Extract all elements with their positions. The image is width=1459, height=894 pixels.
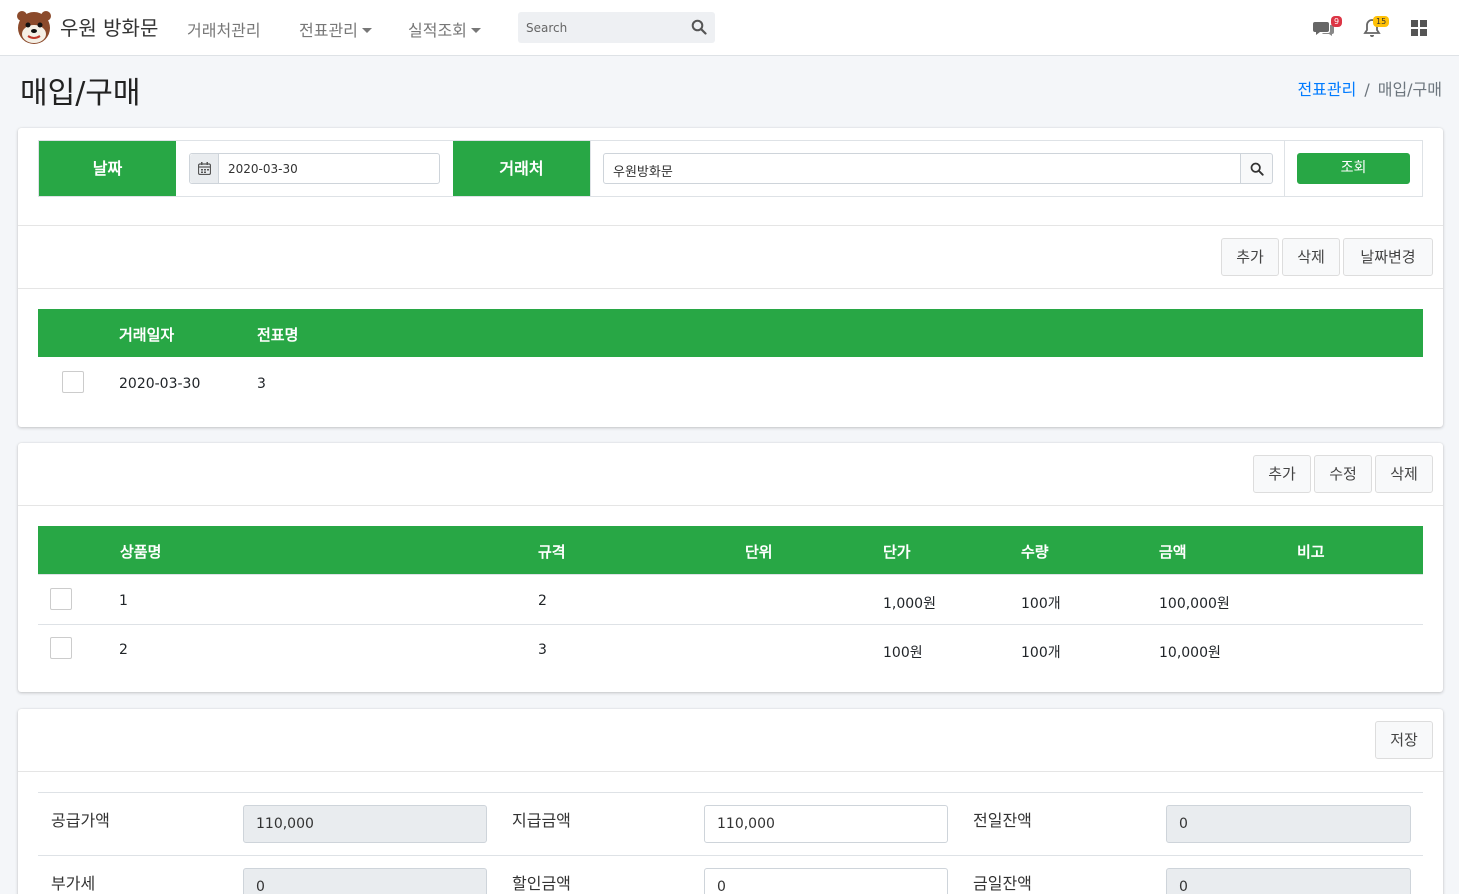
amount-cell: 100,000원 [1159,596,1230,612]
column-header-amount: 금액 [1159,543,1187,561]
product-cell: 2 [119,642,128,658]
vendor-label: 거래처 [453,141,590,196]
supply-amount-field: 110,000 [243,805,487,843]
cell-divider [1284,141,1285,196]
vat-label: 부가세 [51,874,96,893]
breadcrumb-item-voucher[interactable]: 전표관리 [1297,80,1356,99]
divider [18,225,1443,226]
edit-item-button[interactable]: 수정 [1314,455,1372,493]
nav-vendor-management[interactable]: 거래처관리 [187,17,261,41]
page-title: 매입/구매 [20,76,141,111]
brand-logo-icon[interactable] [16,9,52,45]
row-checkbox[interactable] [62,371,84,393]
date-field[interactable]: 2020-03-30 [189,153,440,184]
row-divider [38,624,1423,625]
calendar-addon [190,154,219,183]
add-item-button[interactable]: 추가 [1253,455,1311,493]
caret-down-icon [470,27,481,33]
today-balance-label: 금일잔액 [973,874,1032,893]
brand-name[interactable]: 우원 방화문 [60,12,158,41]
nav-voucher-management[interactable]: 전표관리 [299,17,372,41]
messages-badge: 9 [1331,16,1343,27]
column-header-voucher-name: 전표명 [257,326,299,344]
price-cell: 1,000원 [883,596,936,612]
voucher-card: 날짜 2020-03-30 거래처 우원방화문 조회 추가 삭제 날짜변경 거래… [18,128,1443,427]
change-date-button[interactable]: 날짜변경 [1343,238,1433,276]
search-icon[interactable] [691,19,707,35]
column-header-price: 단가 [883,543,911,561]
items-table-header: 상품명 규격 단위 단가 수량 금액 비고 [38,526,1423,574]
amount-cell: 10,000원 [1159,645,1221,661]
previous-balance-label: 전일잔액 [973,811,1032,830]
vendor-search-button[interactable] [1240,153,1273,184]
divider [18,288,1443,289]
breadcrumb: 전표관리 / 매입/구매 [1297,76,1442,100]
divider [18,771,1443,772]
summary-card: 저장 공급가액 110,000 지급금액 110,000 전일잔액 0 부가세 … [18,709,1443,894]
caret-down-icon [361,27,372,33]
search-icon [1250,162,1264,176]
discount-amount-label: 할인금액 [512,874,571,893]
cell-divider [590,141,591,196]
product-cell: 1 [119,593,128,609]
previous-balance-field: 0 [1166,805,1411,843]
column-header-date: 거래일자 [119,326,175,344]
quantity-cell: 100개 [1021,596,1061,612]
row-divider [38,855,1423,856]
date-label: 날짜 [39,141,176,196]
row-divider [38,792,1423,793]
discount-amount-field[interactable]: 0 [704,868,948,894]
column-header-spec: 규격 [538,543,566,561]
quantity-cell: 100개 [1021,645,1061,661]
column-header-product: 상품명 [120,543,162,561]
supply-amount-label: 공급가액 [51,811,110,830]
spec-cell: 2 [538,593,547,609]
row-divider [38,574,1423,575]
grid-icon [1411,20,1427,36]
row-checkbox[interactable] [50,588,72,610]
navbar-search [518,12,715,43]
add-voucher-button[interactable]: 추가 [1221,238,1279,276]
search-input[interactable] [518,12,688,43]
delete-item-button[interactable]: 삭제 [1375,455,1433,493]
column-header-note: 비고 [1297,543,1325,561]
messages-button[interactable]: 9 [1313,16,1343,40]
divider [18,505,1443,506]
paid-amount-label: 지급금액 [512,811,571,830]
items-card: 추가 수정 삭제 상품명 규격 단위 단가 수량 금액 비고 1 2 1,000… [18,443,1443,692]
notifications-button[interactable]: 15 [1363,16,1390,40]
apps-button[interactable] [1410,16,1434,40]
vendor-field[interactable]: 우원방화문 [603,153,1241,184]
nav-performance[interactable]: 실적조회 [408,17,481,41]
today-balance-field: 0 [1166,868,1411,894]
nav-link-label: 실적조회 [408,21,467,40]
notifications-badge: 15 [1373,16,1390,27]
delete-voucher-button[interactable]: 삭제 [1282,238,1340,276]
breadcrumb-item-current: 매입/구매 [1377,80,1442,99]
voucher-name-cell: 3 [257,376,266,392]
search-submit-button[interactable]: 조회 [1297,153,1410,184]
calendar-icon [198,162,211,175]
top-navbar: 우원 방화문 거래처관리 전표관리 실적조회 9 15 [0,0,1459,56]
nav-link-label: 전표관리 [299,21,358,40]
spec-cell: 3 [538,642,547,658]
voucher-table-header: 거래일자 전표명 [38,309,1423,357]
voucher-date-cell: 2020-03-30 [119,376,201,392]
column-header-unit: 단위 [745,543,773,561]
vendor-value: 우원방화문 [613,165,673,180]
paid-amount-field[interactable]: 110,000 [704,805,948,843]
save-button[interactable]: 저장 [1375,721,1433,759]
price-cell: 100원 [883,645,923,661]
column-header-quantity: 수량 [1021,543,1049,561]
breadcrumb-separator: / [1364,80,1370,99]
row-checkbox[interactable] [50,637,72,659]
date-value: 2020-03-30 [228,162,298,176]
vat-field: 0 [243,868,487,894]
nav-link-label: 거래처관리 [187,21,261,40]
